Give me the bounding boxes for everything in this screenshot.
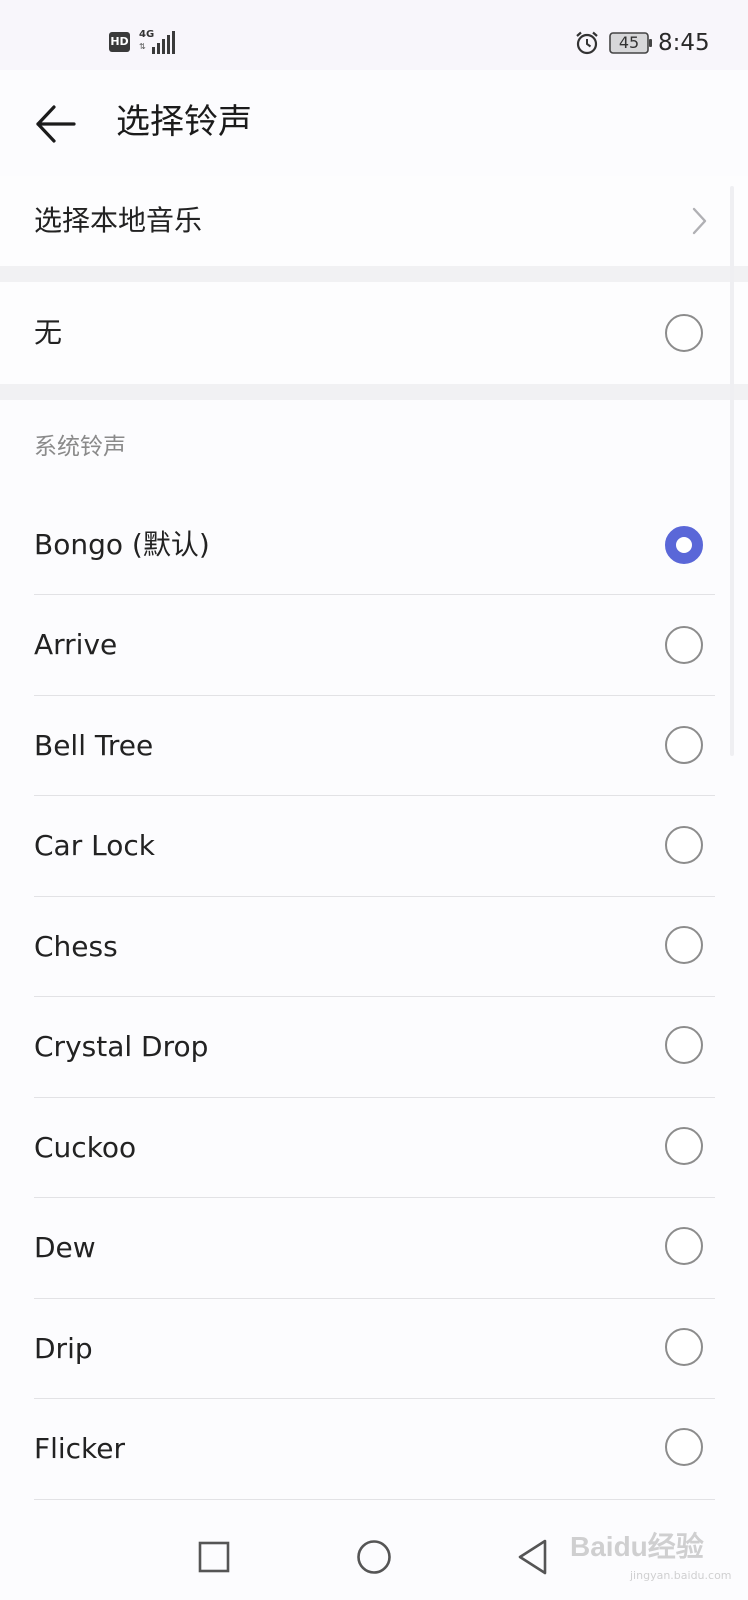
recent-apps-icon[interactable] [198, 1541, 230, 1573]
ringtone-radio[interactable] [665, 926, 703, 964]
local-music-label: 选择本地音乐 [34, 204, 203, 237]
back-arrow-icon[interactable] [28, 94, 88, 154]
ringtone-label: Drip [34, 1332, 93, 1365]
ringtone-label: Bongo (默认) [34, 528, 210, 561]
ringtone-radio[interactable] [665, 1227, 703, 1265]
list-item[interactable]: Car Lock [0, 796, 748, 896]
watermark-url: jingyan.baidu.com [630, 1569, 732, 1582]
ringtone-label: Crystal Drop [34, 1030, 209, 1063]
baidu-watermark: Baidu经验 jingyan.baidu.com [570, 1515, 732, 1585]
ringtone-label: Dew [34, 1231, 96, 1264]
ringtone-radio[interactable] [665, 726, 703, 764]
list-item[interactable]: Bongo (默认) [0, 495, 748, 595]
hd-icon: HD [109, 32, 130, 52]
battery-level: 45 [618, 33, 640, 52]
page-title: 选择铃声 [116, 102, 252, 142]
local-music-row[interactable]: 选择本地音乐 [0, 176, 748, 266]
divider [34, 1499, 715, 1500]
list-item[interactable]: Drip [0, 1299, 748, 1399]
section-title-system-ringtones: 系统铃声 [34, 434, 126, 460]
list-item[interactable]: Arrive [0, 595, 748, 695]
ringtone-radio[interactable] [665, 1428, 703, 1466]
none-option-label: 无 [34, 316, 63, 349]
list-item[interactable]: Dew [0, 1198, 748, 1298]
ringtone-label: Cuckoo [34, 1131, 137, 1164]
alarm-icon [576, 31, 598, 55]
list-item[interactable]: Cuckoo [0, 1098, 748, 1198]
header: 选择铃声 [0, 70, 748, 176]
clock: 8:45 [658, 30, 710, 56]
status-bar: HD 4G ⇅ 45 8:45 [0, 0, 748, 70]
ringtone-radio[interactable] [665, 1328, 703, 1366]
back-icon[interactable] [516, 1538, 550, 1576]
none-option-row[interactable]: 无 [0, 282, 748, 384]
section-gap [0, 384, 748, 400]
ringtone-radio[interactable] [665, 1026, 703, 1064]
signal-icon [152, 31, 175, 54]
ringtone-label: Car Lock [34, 829, 155, 862]
list-item[interactable]: Crystal Drop [0, 997, 748, 1097]
none-option-radio[interactable] [665, 314, 703, 352]
list-item[interactable]: Flicker [0, 1399, 748, 1499]
watermark-text: Baidu经验 [570, 1531, 704, 1562]
ringtone-picker-screen: HD 4G ⇅ 45 8:45 选择铃声 选择本地音乐 无 系统铃声 Bongo… [0, 0, 748, 1600]
ringtone-label: Arrive [34, 628, 118, 661]
scrollbar[interactable] [730, 186, 734, 756]
home-icon[interactable] [356, 1539, 392, 1575]
ringtone-label: Flicker [34, 1432, 126, 1465]
list-item[interactable]: Chess [0, 897, 748, 997]
section-gap [0, 266, 748, 282]
ringtone-label: Bell Tree [34, 729, 154, 762]
ringtone-radio[interactable] [665, 626, 703, 664]
list-item[interactable]: Bell Tree [0, 696, 748, 796]
ringtone-radio[interactable] [665, 826, 703, 864]
ringtone-radio[interactable] [665, 1127, 703, 1165]
chevron-right-icon [692, 207, 707, 235]
ringtone-radio-selected[interactable] [665, 526, 703, 564]
data-activity-icon: ⇅ [139, 42, 146, 51]
ringtone-label: Chess [34, 930, 118, 963]
